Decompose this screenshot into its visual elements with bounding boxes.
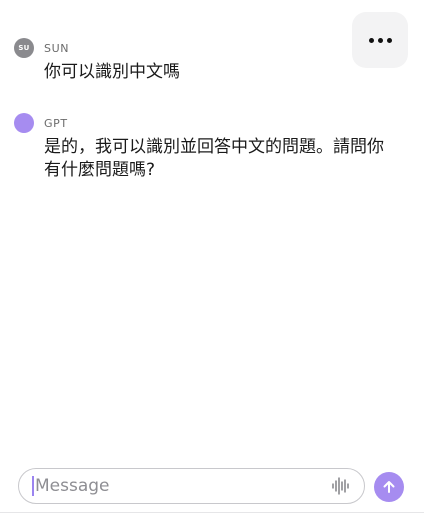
message-input[interactable] [34,471,315,501]
waveform-icon[interactable] [330,476,350,496]
assistant-message: GPT 是的，我可以識別並回答中文的問題。請問你有什麼問題嗎? [14,113,394,182]
arrow-up-icon [383,481,395,493]
message-composer[interactable] [18,468,365,504]
message-header: GPT [14,113,394,133]
user-avatar: SU [14,38,34,58]
user-message: SU SUN 你可以識別中文嗎 [14,38,394,84]
message-text: 是的，我可以識別並回答中文的問題。請問你有什麼問題嗎? [44,137,384,180]
sender-name: SUN [44,41,70,55]
bottom-divider [0,512,424,513]
chat-screen: SU SUN 你可以識別中文嗎 GPT 是的，我可以識別並回答中文的問題。請問你… [0,0,424,514]
message-header: SU SUN [14,38,394,58]
sender-name: GPT [44,116,68,130]
message-text: 你可以識別中文嗎 [44,62,180,82]
send-button[interactable] [374,472,404,502]
assistant-avatar [14,113,34,133]
